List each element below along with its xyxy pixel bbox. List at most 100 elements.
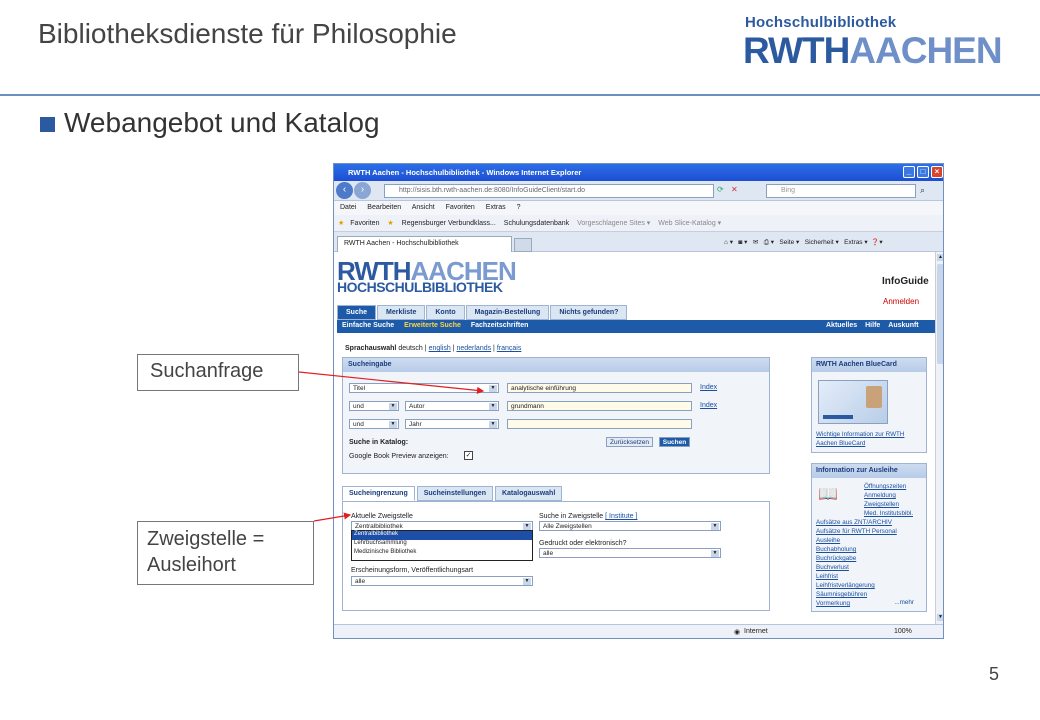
- loan-link[interactable]: Ausleihe: [816, 536, 922, 545]
- lang-francais[interactable]: français: [497, 345, 522, 352]
- tab-merkliste[interactable]: Merkliste: [377, 305, 426, 320]
- lang-nederlands[interactable]: nederlands: [456, 345, 491, 352]
- dropdown-option[interactable]: Medizinische Bibliothek: [352, 549, 532, 558]
- browser-tab[interactable]: RWTH Aachen - Hochschulbibliothek: [337, 236, 512, 252]
- tab-nichts-gefunden[interactable]: Nichts gefunden?: [550, 305, 628, 320]
- favorite-link[interactable]: Web Slice-Katalog ▾: [658, 220, 721, 227]
- favorite-link[interactable]: Schulungsdatenbank: [504, 220, 569, 227]
- loan-link[interactable]: Zweigstellen: [864, 500, 926, 509]
- subnav-fachzeitschriften[interactable]: Fachzeitschriften: [471, 322, 529, 329]
- globe-icon: ◉: [734, 629, 741, 636]
- search-input-3[interactable]: [507, 419, 692, 429]
- menu-item[interactable]: Favoriten: [446, 204, 475, 211]
- scroll-down-icon[interactable]: ▼: [937, 614, 943, 621]
- index-link-1[interactable]: Index: [700, 384, 717, 391]
- back-icon[interactable]: ‹: [336, 182, 353, 199]
- field-select-2[interactable]: Autor ▼: [405, 401, 499, 411]
- close-icon[interactable]: ×: [931, 166, 943, 178]
- tab-sucheingrenzung[interactable]: Sucheingrenzung: [342, 486, 415, 501]
- loan-link[interactable]: Öffnungszeiten: [864, 482, 926, 491]
- mail-icon[interactable]: ✉: [753, 239, 758, 246]
- operator-select-3[interactable]: und ▼: [349, 419, 399, 429]
- search-button[interactable]: Suchen: [659, 437, 690, 447]
- tab-konto[interactable]: Konto: [426, 305, 465, 320]
- loan-link[interactable]: Buchabholung: [816, 545, 922, 554]
- favorite-link[interactable]: Regensburger Verbundklass...: [402, 220, 496, 227]
- search-in-branch-label: Suche in Zweigstelle [ Institute ]: [539, 513, 637, 520]
- menu-item[interactable]: Datei: [340, 204, 356, 211]
- safety-menu[interactable]: Sicherheit ▾: [805, 239, 839, 246]
- loan-link[interactable]: Aufsätze für RWTH Personal: [816, 527, 922, 536]
- scroll-up-icon[interactable]: ▲: [937, 254, 943, 261]
- menu-item[interactable]: Bearbeiten: [367, 204, 401, 211]
- subnav-aktuelles[interactable]: Aktuelles: [826, 322, 857, 329]
- dropdown-option[interactable]: Zentralbibliothek: [352, 531, 532, 540]
- field-select-3[interactable]: Jahr ▼: [405, 419, 499, 429]
- callout-zweigstelle-line1: Zweigstelle =: [147, 528, 265, 550]
- search-in-branch-select[interactable]: Alle Zweigstellen ▼: [539, 521, 721, 531]
- dropdown-option[interactable]: Lehrbuchsammlung: [352, 540, 532, 549]
- login-link[interactable]: Anmelden: [883, 297, 919, 306]
- branch-select-value: Zentralbibliothek: [355, 523, 403, 530]
- stop-icon[interactable]: ✕: [731, 185, 738, 194]
- search-input-1[interactable]: analytische einführung: [507, 383, 692, 393]
- tab-magazin-bestellung[interactable]: Magazin-Bestellung: [465, 305, 550, 320]
- zoom-level[interactable]: 100%: [894, 628, 912, 635]
- operator-select-2[interactable]: und ▼: [349, 401, 399, 411]
- subnav-hilfe[interactable]: Hilfe: [865, 322, 880, 329]
- maximize-icon[interactable]: □: [917, 166, 929, 178]
- reset-button[interactable]: Zurücksetzen: [606, 437, 653, 447]
- bluecard-link[interactable]: Wichtige Information zur RWTH Aachen Blu…: [816, 430, 922, 448]
- loan-link[interactable]: Anmeldung: [864, 491, 926, 500]
- lang-current: deutsch: [398, 345, 423, 352]
- star-icon: ★: [338, 220, 345, 227]
- search-input[interactable]: Bing: [766, 184, 916, 198]
- index-link-2[interactable]: Index: [700, 402, 717, 409]
- lang-english[interactable]: english: [429, 345, 451, 352]
- new-tab-button[interactable]: [514, 238, 532, 252]
- scroll-thumb[interactable]: [937, 264, 943, 364]
- refresh-icon[interactable]: ⟳: [717, 185, 724, 194]
- loan-link[interactable]: Leihfrist: [816, 572, 922, 581]
- menu-item[interactable]: Extras: [486, 204, 506, 211]
- page-menu[interactable]: Seite ▾: [779, 239, 799, 246]
- minimize-icon[interactable]: _: [903, 166, 915, 178]
- chevron-down-icon: ▼: [711, 550, 719, 557]
- favorite-link[interactable]: Vorgeschlagene Sites ▾: [577, 220, 650, 227]
- tools-menu[interactable]: Extras ▾: [844, 239, 868, 246]
- subnav-einfache-suche[interactable]: Einfache Suche: [342, 322, 394, 329]
- google-preview-checkbox[interactable]: ✓: [464, 451, 473, 460]
- bluecard-box: RWTH Aachen BlueCard Wichtige Informatio…: [811, 357, 927, 453]
- loan-link[interactable]: Buchrückgabe: [816, 554, 922, 563]
- subnav-auskunft[interactable]: Auskunft: [888, 322, 918, 329]
- print-select[interactable]: alle ▼: [539, 548, 721, 558]
- form-select[interactable]: alle ▼: [351, 576, 533, 586]
- more-link[interactable]: ...mehr: [894, 599, 914, 606]
- help-icon[interactable]: ❓▾: [871, 239, 882, 246]
- print-icon[interactable]: ⎙ ▾: [764, 239, 774, 246]
- loan-link[interactable]: Med. Institutsbibl.: [864, 509, 926, 518]
- url-input[interactable]: http://sisis.bth.rwth-aachen.de:8080/Inf…: [384, 184, 714, 198]
- tab-suche[interactable]: Suche: [337, 305, 377, 320]
- search-icon[interactable]: ⌕: [920, 185, 925, 196]
- field-select-1[interactable]: Titel ▼: [349, 383, 499, 393]
- callout-zweigstelle: Zweigstelle = Ausleihort: [137, 521, 314, 585]
- menu-item[interactable]: Ansicht: [412, 204, 435, 211]
- menu-item[interactable]: ?: [517, 204, 521, 211]
- favorites-button[interactable]: Favoriten: [350, 220, 379, 227]
- search-input-2[interactable]: grundmann: [507, 401, 692, 411]
- institute-link[interactable]: [ Institute ]: [605, 513, 637, 520]
- tab-sucheinstellungen[interactable]: Sucheinstellungen: [416, 486, 493, 501]
- feeds-icon[interactable]: ◙ ▾: [738, 239, 747, 246]
- add-favorite-icon[interactable]: ★: [387, 220, 393, 227]
- loan-link[interactable]: Säumnisgebühren: [816, 590, 922, 599]
- subnav-erweiterte-suche[interactable]: Erweiterte Suche: [404, 322, 461, 329]
- loan-link[interactable]: Aufsätze aus ZNT/ARCHIV: [816, 518, 922, 527]
- forward-icon[interactable]: ›: [354, 182, 371, 199]
- tab-katalogauswahl[interactable]: Katalogauswahl: [494, 486, 563, 501]
- home-icon[interactable]: ⌂ ▾: [724, 239, 733, 246]
- form-label: Erscheinungsform, Veröffentlichungsart: [351, 567, 474, 574]
- loan-link[interactable]: Buchverlust: [816, 563, 922, 572]
- loan-link[interactable]: Leihfristverlängerung: [816, 581, 922, 590]
- page-scrollbar[interactable]: ▲ ▼: [935, 252, 943, 624]
